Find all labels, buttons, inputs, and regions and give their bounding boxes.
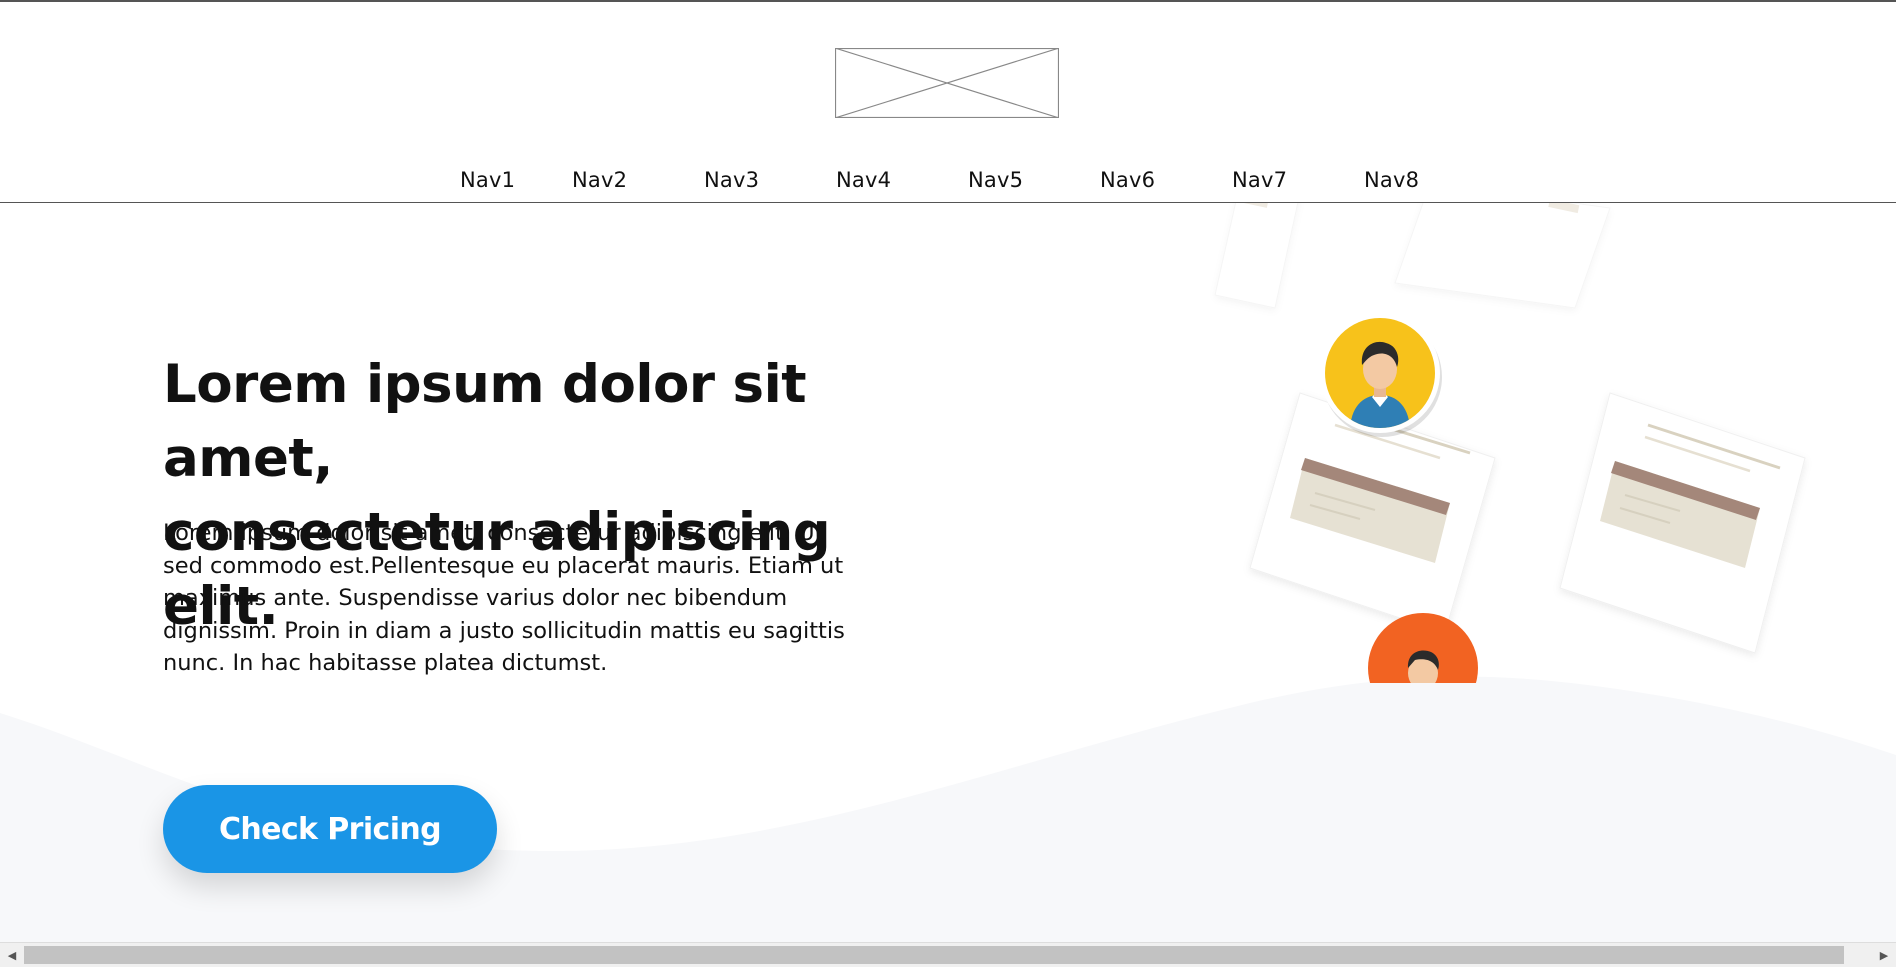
- nav-item-6[interactable]: Nav6: [1100, 168, 1232, 192]
- nav-item-1[interactable]: Nav1: [440, 168, 572, 192]
- nav-item-4[interactable]: Nav4: [836, 168, 968, 192]
- arrow-left-icon[interactable]: ◀: [0, 943, 24, 967]
- nav-item-3[interactable]: Nav3: [704, 168, 836, 192]
- arrow-right-icon[interactable]: ▶: [1872, 943, 1896, 967]
- main-nav: Nav1 Nav2 Nav3 Nav4 Nav5 Nav6 Nav7 Nav8: [440, 168, 1496, 192]
- site-header: Nav1 Nav2 Nav3 Nav4 Nav5 Nav6 Nav7 Nav8: [0, 2, 1896, 203]
- nav-item-7[interactable]: Nav7: [1232, 168, 1364, 192]
- nav-item-5[interactable]: Nav5: [968, 168, 1100, 192]
- check-pricing-button[interactable]: Check Pricing: [163, 785, 497, 873]
- scrollbar-thumb[interactable]: [24, 946, 1844, 964]
- hero-section: Lorem ipsum dolor sit amet, consectetur …: [0, 203, 1896, 942]
- logo-placeholder-icon[interactable]: [835, 48, 1059, 118]
- horizontal-scrollbar[interactable]: ◀ ▶: [0, 942, 1896, 967]
- nav-item-2[interactable]: Nav2: [572, 168, 704, 192]
- hero-headline-line-1: Lorem ipsum dolor sit amet,: [163, 354, 807, 489]
- hero-body-text: Lorem ipsum dolor sit amet, consectetur …: [163, 520, 845, 676]
- nav-item-8[interactable]: Nav8: [1364, 168, 1496, 192]
- hero-illustration: [1214, 203, 1806, 683]
